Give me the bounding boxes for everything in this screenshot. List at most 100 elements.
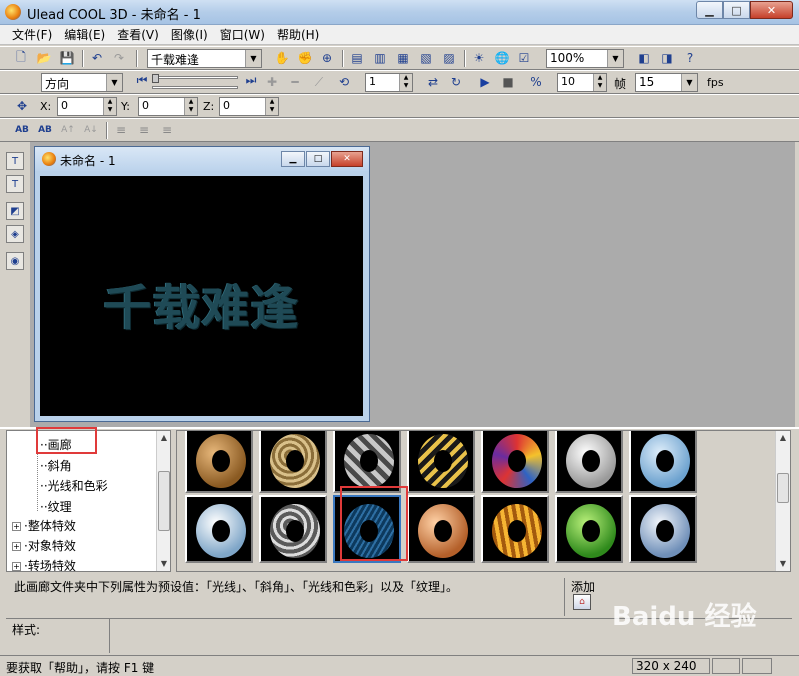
- scroll-down-icon[interactable]: ▼: [776, 557, 790, 571]
- align-center-icon[interactable]: ≡: [136, 122, 152, 138]
- speed-input[interactable]: 10 ▲ ▼: [557, 73, 607, 92]
- thumbnail[interactable]: [333, 431, 401, 493]
- undo-icon[interactable]: ↶: [89, 50, 105, 66]
- tree-scrollbar[interactable]: ▲ ▼: [156, 431, 170, 571]
- thumbnail[interactable]: [481, 431, 549, 493]
- tree-item-global-effects[interactable]: + ·整体特效: [12, 517, 76, 534]
- y-input[interactable]: 0 ▲ ▼: [138, 97, 198, 116]
- 3d-text-object[interactable]: 千载难逢: [40, 268, 363, 338]
- document-minimize-button[interactable]: ▁: [281, 151, 305, 167]
- maximize-button[interactable]: □: [723, 1, 750, 19]
- open-folder-icon[interactable]: 📂: [36, 50, 52, 66]
- split-keyframe-icon[interactable]: ⟋: [311, 74, 327, 90]
- menu-window[interactable]: 窗口(W): [214, 26, 271, 43]
- light-icon[interactable]: ☀: [471, 50, 487, 66]
- spin-arrows-icon[interactable]: ▲ ▼: [184, 98, 197, 115]
- hand-icon[interactable]: ✋: [274, 50, 290, 66]
- frame-input[interactable]: 1 ▲ ▼: [365, 73, 413, 92]
- thumbnail[interactable]: [407, 431, 475, 493]
- timeline-thumb[interactable]: [152, 74, 159, 83]
- font-size-down-icon[interactable]: A↓: [83, 122, 99, 138]
- z-input[interactable]: 0 ▲ ▼: [219, 97, 279, 116]
- expand-icon[interactable]: +: [12, 522, 21, 531]
- spin-arrows-icon[interactable]: ▲ ▼: [399, 74, 412, 91]
- char-spacing-icon[interactable]: AB: [14, 122, 30, 138]
- reverse-icon[interactable]: ⟲: [336, 74, 352, 90]
- new-file-icon[interactable]: 🗋: [13, 50, 29, 66]
- globe-icon[interactable]: 🌐: [494, 50, 510, 66]
- line-spacing-icon[interactable]: AB: [37, 122, 53, 138]
- spin-arrows-icon[interactable]: ▲ ▼: [593, 74, 606, 91]
- pingpong-icon[interactable]: ↻: [448, 74, 464, 90]
- loop-icon[interactable]: ⇄: [425, 74, 441, 90]
- menu-image[interactable]: 图像(I): [165, 26, 214, 43]
- property-select[interactable]: 方向 ▼: [41, 73, 123, 92]
- menu-view[interactable]: 查看(V): [111, 26, 165, 43]
- spin-arrows-icon[interactable]: ▲ ▼: [103, 98, 116, 115]
- object-select-icon[interactable]: ⊕: [319, 50, 335, 66]
- align-left-icon[interactable]: ≡: [113, 122, 129, 138]
- thumbnail[interactable]: [259, 495, 327, 563]
- tree-item-light-color[interactable]: ··光线和色彩: [40, 477, 108, 494]
- insert-text-icon[interactable]: T: [6, 152, 24, 170]
- layout-4-icon[interactable]: ▧: [418, 50, 434, 66]
- tree-item-texture[interactable]: ··纹理: [40, 498, 72, 515]
- thumbnail[interactable]: [555, 431, 623, 493]
- scroll-down-icon[interactable]: ▼: [157, 557, 171, 571]
- scroll-up-icon[interactable]: ▲: [157, 431, 171, 445]
- render-canvas[interactable]: 千载难逢: [40, 176, 363, 416]
- scroll-thumb[interactable]: [777, 473, 789, 503]
- thumbnail[interactable]: [185, 495, 253, 563]
- context-help-icon[interactable]: ?: [682, 50, 698, 66]
- redo-icon[interactable]: ↷: [111, 50, 127, 66]
- zoom-select[interactable]: 100% ▼: [546, 49, 624, 68]
- minimize-button[interactable]: ▁: [696, 1, 723, 19]
- stop-icon[interactable]: ■: [500, 74, 516, 90]
- insert-graphic-icon[interactable]: ◉: [6, 252, 24, 270]
- thumbnail[interactable]: [555, 495, 623, 563]
- thumbnail[interactable]: [259, 431, 327, 493]
- keyframe-track[interactable]: [152, 86, 238, 89]
- edit-shape-icon[interactable]: ◈: [6, 225, 24, 243]
- quality-icon[interactable]: ☑: [516, 50, 532, 66]
- move-object-icon[interactable]: ✥: [14, 98, 30, 114]
- align-right-icon[interactable]: ≡: [159, 122, 175, 138]
- tree-item-object-effects[interactable]: + ·对象特效: [12, 537, 76, 554]
- fps-select[interactable]: 15 ▼: [635, 73, 698, 92]
- timeline-track[interactable]: [152, 76, 238, 79]
- percent-icon[interactable]: %: [528, 74, 544, 90]
- layout-2-icon[interactable]: ▥: [372, 50, 388, 66]
- export-icon[interactable]: ◧: [636, 50, 652, 66]
- thumbnail[interactable]: [407, 495, 475, 563]
- layout-5-icon[interactable]: ▨: [441, 50, 457, 66]
- gallery-scrollbar[interactable]: ▲ ▼: [775, 431, 790, 571]
- x-input[interactable]: 0 ▲ ▼: [57, 97, 117, 116]
- layout-3-icon[interactable]: ▦: [395, 50, 411, 66]
- thumbnail[interactable]: [629, 495, 697, 563]
- layout-1-icon[interactable]: ▤: [349, 50, 365, 66]
- thumbnail[interactable]: [185, 431, 253, 493]
- close-button[interactable]: ✕: [750, 1, 793, 19]
- scroll-thumb[interactable]: [158, 471, 170, 531]
- text-object-select[interactable]: 千载难逢 ▼: [147, 49, 262, 68]
- scroll-up-icon[interactable]: ▲: [776, 431, 790, 445]
- menu-file[interactable]: 文件(F): [6, 26, 58, 43]
- add-keyframe-icon[interactable]: ✚: [264, 74, 280, 90]
- plugin-icon[interactable]: ◨: [659, 50, 675, 66]
- font-size-up-icon[interactable]: A↑: [60, 122, 76, 138]
- first-frame-icon[interactable]: ⏮: [134, 72, 150, 88]
- menu-edit[interactable]: 编辑(E): [58, 26, 111, 43]
- add-button[interactable]: 添加 ⌂: [571, 578, 601, 616]
- expand-icon[interactable]: +: [12, 562, 21, 571]
- last-frame-icon[interactable]: ⏭: [243, 72, 259, 88]
- document-close-button[interactable]: ✕: [331, 151, 363, 167]
- thumbnail[interactable]: [481, 495, 549, 563]
- add-to-gallery-icon[interactable]: ⌂: [573, 594, 591, 610]
- thumbnail[interactable]: [629, 431, 697, 493]
- tree-item-bevel[interactable]: ··斜角: [40, 457, 72, 474]
- rotate-object-icon[interactable]: ✊: [297, 50, 313, 66]
- tree-item-transition-effects[interactable]: + ·转场特效: [12, 557, 76, 571]
- remove-keyframe-icon[interactable]: ━: [287, 74, 303, 90]
- spin-arrows-icon[interactable]: ▲ ▼: [265, 98, 278, 115]
- expand-icon[interactable]: +: [12, 542, 21, 551]
